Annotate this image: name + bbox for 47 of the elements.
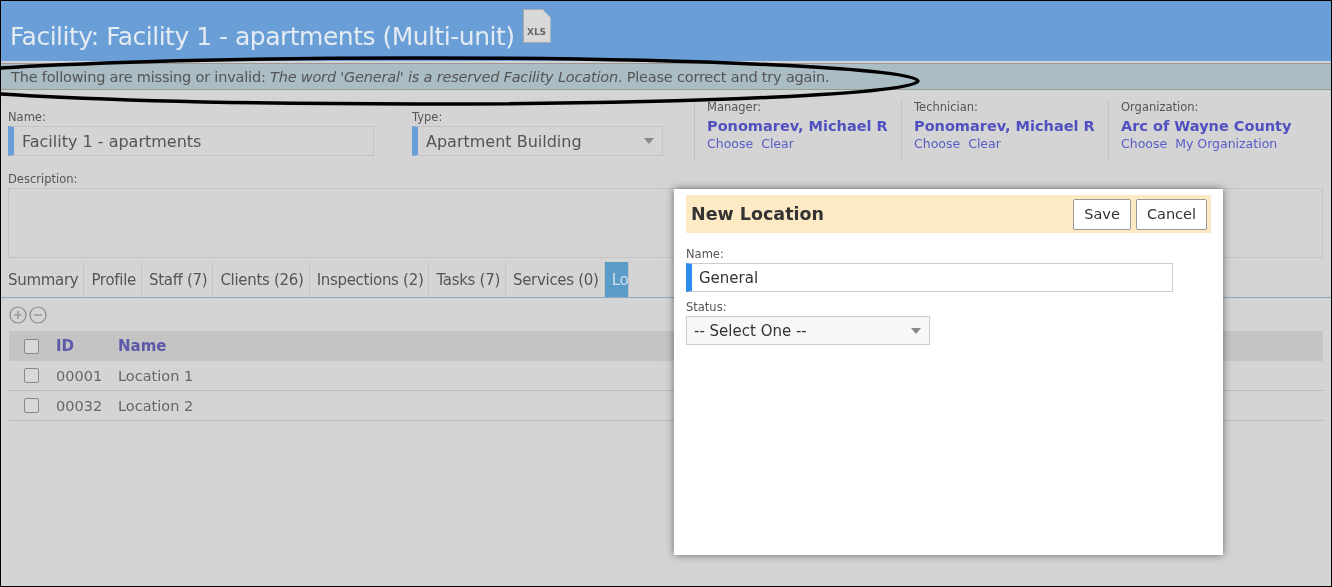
tab[interactable]: Services (0) bbox=[505, 262, 605, 297]
tab[interactable]: Staff (7) bbox=[141, 262, 214, 297]
link[interactable]: My Organization bbox=[1175, 136, 1278, 151]
link[interactable]: Choose bbox=[1121, 136, 1168, 151]
field-label: Organization: bbox=[1121, 100, 1199, 114]
name-field[interactable]: Facility 1 - apartments bbox=[8, 126, 374, 156]
checkbox[interactable] bbox=[24, 338, 39, 354]
link[interactable]: Choose bbox=[914, 136, 961, 151]
field-label: Name: bbox=[686, 247, 725, 261]
page-title: Facility: Facility 1 - apartments (Multi-unit) bbox=[10, 22, 515, 51]
table-cell-text: 00001 bbox=[56, 367, 104, 384]
tab[interactable]: Summary bbox=[1, 262, 85, 297]
table-cell-text: 00032 bbox=[56, 397, 104, 414]
dialog-title: New Location bbox=[691, 204, 824, 224]
checkbox[interactable] bbox=[24, 368, 39, 383]
field-label: Technician: bbox=[914, 100, 978, 114]
field-label: Status: bbox=[686, 300, 728, 314]
link[interactable]: Clear bbox=[761, 136, 794, 151]
field-label: Description: bbox=[8, 172, 78, 186]
xls-export-icon[interactable]: XLS bbox=[522, 9, 551, 43]
link[interactable]: Clear bbox=[968, 136, 1001, 151]
type-dropdown[interactable]: Apartment Building bbox=[412, 126, 663, 156]
person-name: Ponomarev, Michael R bbox=[914, 118, 1096, 134]
name-field[interactable]: General bbox=[686, 263, 1173, 292]
error-message: The following are missing or invalid: The word 'General' is a reserved Facility Location. Please correct and try again. bbox=[10, 68, 830, 85]
add-icon[interactable] bbox=[9, 306, 27, 324]
person-name: Ponomarev, Michael R bbox=[707, 118, 889, 134]
field-label: Name: bbox=[8, 110, 46, 124]
dialog-button[interactable]: Save bbox=[1073, 198, 1131, 230]
person-name: Arc of Wayne County bbox=[1121, 118, 1293, 134]
caret-icon bbox=[644, 138, 654, 144]
remove-icon[interactable] bbox=[29, 306, 47, 324]
column-header[interactable]: Name bbox=[118, 337, 167, 355]
field-label: Manager: bbox=[707, 100, 762, 114]
table-cell: Location 2 bbox=[118, 397, 194, 414]
link[interactable]: Choose bbox=[707, 136, 754, 151]
field-label: Type: bbox=[412, 110, 443, 124]
caret-icon bbox=[911, 327, 921, 334]
dialog-button[interactable]: Cancel bbox=[1135, 198, 1207, 230]
tab[interactable]: Tasks (7) bbox=[429, 262, 506, 297]
tab[interactable]: Profile bbox=[84, 262, 142, 297]
tab[interactable]: Inspections (2) bbox=[309, 262, 430, 297]
checkbox[interactable] bbox=[24, 398, 39, 413]
tab[interactable]: Clients (26) bbox=[213, 262, 310, 297]
status-dropdown[interactable]: -- Select One -- bbox=[686, 316, 930, 345]
table-cell: Location 1 bbox=[118, 367, 194, 384]
column-header[interactable]: ID bbox=[56, 337, 118, 355]
